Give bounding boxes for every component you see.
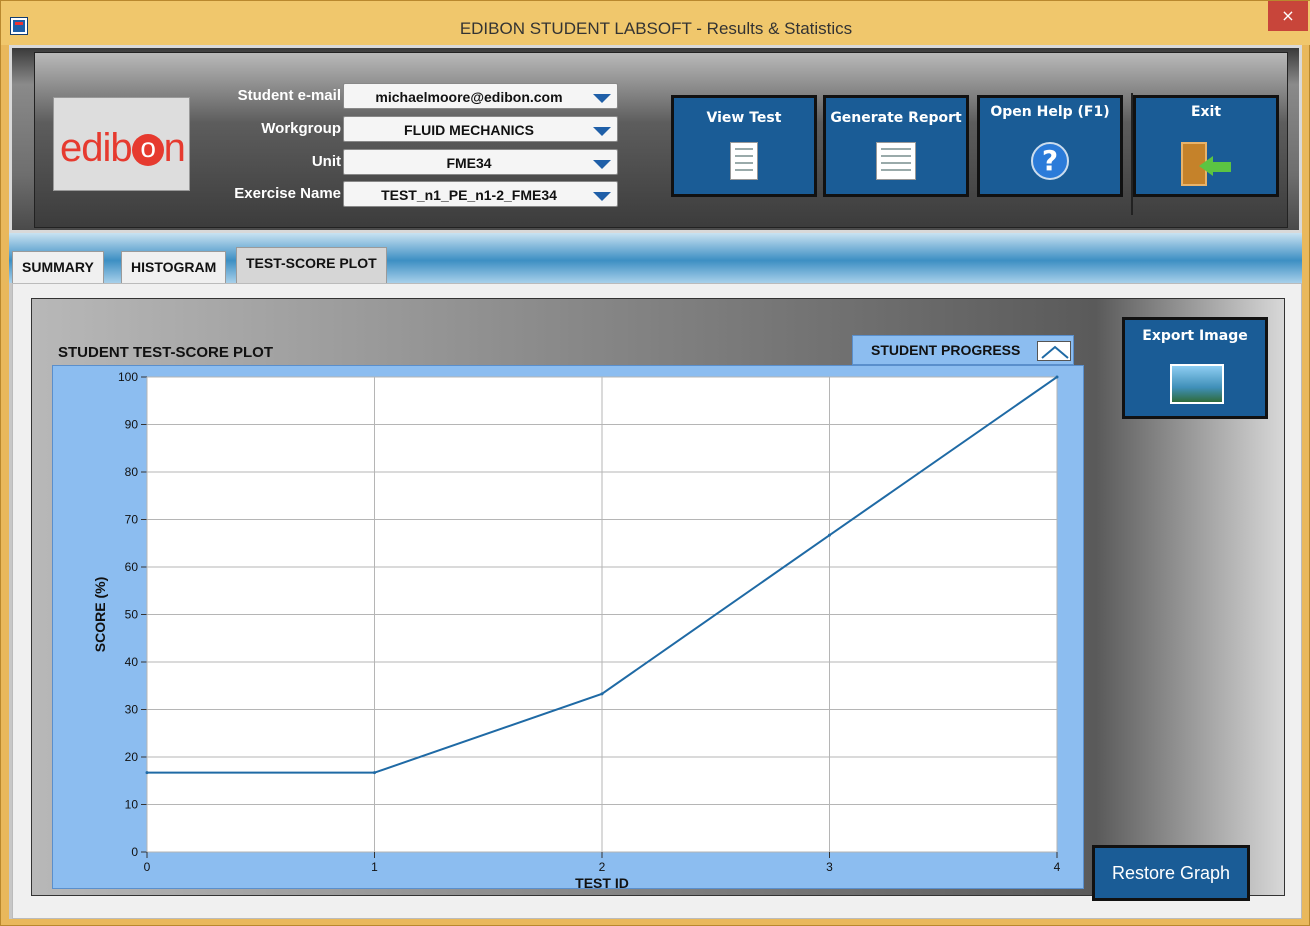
- image-export-icon: [1170, 364, 1224, 404]
- chevron-down-icon[interactable]: [593, 160, 611, 169]
- help-icon: ?: [1031, 142, 1069, 180]
- exit-label: Exit: [1190, 104, 1222, 120]
- legend-label: STUDENT PROGRESS: [871, 342, 1021, 358]
- x-tick-label: 1: [371, 860, 378, 874]
- student-email-value: michaelmoore@edibon.com: [375, 89, 563, 105]
- tab-panel: STUDENT TEST-SCORE PLOT STUDENT PROGRESS…: [12, 283, 1302, 919]
- student-email-select[interactable]: michaelmoore@edibon.com: [343, 83, 618, 109]
- x-axis-label: TEST ID: [575, 875, 629, 890]
- app-window: EDIBON STUDENT LABSOFT - Results & Stati…: [0, 0, 1310, 926]
- checklist-icon: [730, 142, 758, 180]
- exercise-name-select[interactable]: TEST_n1_PE_n1-2_FME34: [343, 181, 618, 207]
- tab-summary[interactable]: SUMMARY: [12, 251, 104, 283]
- workgroup-select[interactable]: FLUID MECHANICS: [343, 116, 618, 142]
- plot-title: STUDENT TEST-SCORE PLOT: [58, 344, 274, 361]
- y-tick-label: 0: [131, 845, 138, 859]
- plot-panel: STUDENT TEST-SCORE PLOT STUDENT PROGRESS…: [31, 298, 1285, 901]
- y-tick-label: 80: [125, 465, 139, 479]
- exercise-name-value: TEST_n1_PE_n1-2_FME34: [381, 187, 557, 203]
- y-tick-label: 20: [125, 750, 139, 764]
- workgroup-label: Workgroup: [261, 120, 341, 137]
- y-tick-label: 90: [125, 418, 139, 432]
- view-test-label: View Test: [706, 110, 782, 126]
- legend-line-swatch[interactable]: [1037, 341, 1071, 361]
- workgroup-value: FLUID MECHANICS: [404, 122, 534, 138]
- chart-frame: 0 10 20 30 40 50 60 70 80 90 100 0 1 2 3 4 TEST ID SCORE …: [52, 365, 1084, 890]
- x-tick-label: 3: [826, 860, 833, 874]
- unit-label: Unit: [311, 153, 341, 170]
- chevron-down-icon[interactable]: [593, 192, 611, 201]
- y-tick-label: 60: [125, 560, 139, 574]
- title-bar: EDIBON STUDENT LABSOFT - Results & Stati…: [1, 1, 1310, 45]
- chevron-down-icon[interactable]: [593, 127, 611, 136]
- open-help-button[interactable]: Open Help (F1) ?: [977, 95, 1123, 197]
- data-point: [373, 771, 376, 775]
- header-panel: edib o n Student e-mail michaelmoore@edibo…: [9, 45, 1302, 233]
- logo-circle: o: [131, 134, 164, 167]
- y-tick-label: 50: [125, 608, 139, 622]
- chevron-down-icon[interactable]: [593, 94, 611, 103]
- data-point: [600, 692, 604, 696]
- data-point: [145, 771, 149, 775]
- legend-line-icon: [1041, 345, 1069, 359]
- restore-graph-button[interactable]: Restore Graph: [1092, 845, 1250, 901]
- student-email-label: Student e-mail: [237, 87, 341, 104]
- plot-legend[interactable]: STUDENT PROGRESS: [852, 335, 1074, 365]
- export-image-button[interactable]: Export Image: [1122, 317, 1268, 419]
- y-tick-label: 10: [125, 798, 139, 812]
- edibon-logo: edib o n: [53, 97, 190, 191]
- logo-text: edib o n: [60, 126, 186, 171]
- x-tick-label: 2: [599, 860, 606, 874]
- data-point: [1055, 375, 1059, 379]
- data-point: [828, 533, 831, 537]
- logo-text-right: n: [163, 126, 186, 170]
- y-tick-label: 70: [125, 513, 139, 527]
- window-title: EDIBON STUDENT LABSOFT - Results & Stati…: [459, 19, 853, 38]
- open-help-label: Open Help (F1): [990, 104, 1110, 120]
- x-tick-label: 0: [144, 860, 151, 874]
- unit-value: FME34: [446, 155, 492, 171]
- y-tick-label: 30: [125, 703, 139, 717]
- test-score-chart: 0 10 20 30 40 50 60 70 80 90 100 0 1 2 3 4 TEST ID SCORE …: [92, 370, 1061, 890]
- header-inner: edib o n Student e-mail michaelmoore@edibo…: [34, 52, 1288, 228]
- exit-door-icon: [1181, 142, 1231, 192]
- unit-select[interactable]: FME34: [343, 149, 618, 175]
- x-tick-label: 4: [1054, 860, 1061, 874]
- y-tick-label: 100: [118, 370, 138, 384]
- report-icon: [876, 142, 916, 180]
- generate-report-button[interactable]: Generate Report: [823, 95, 969, 197]
- exit-button[interactable]: Exit: [1133, 95, 1279, 197]
- tab-test-score-plot[interactable]: TEST-SCORE PLOT: [236, 247, 387, 283]
- close-button[interactable]: ×: [1268, 1, 1308, 31]
- client-area: edib o n Student e-mail michaelmoore@edibo…: [9, 45, 1302, 919]
- export-image-label: Export Image: [1142, 328, 1248, 344]
- generate-report-label: Generate Report: [830, 110, 962, 126]
- logo-text-left: edib: [60, 126, 133, 170]
- tab-histogram[interactable]: HISTOGRAM: [121, 251, 227, 283]
- view-test-button[interactable]: View Test: [671, 95, 817, 197]
- exercise-name-label: Exercise Name: [234, 185, 341, 202]
- y-tick-label: 40: [125, 655, 139, 669]
- y-axis-label: SCORE (%): [92, 577, 108, 652]
